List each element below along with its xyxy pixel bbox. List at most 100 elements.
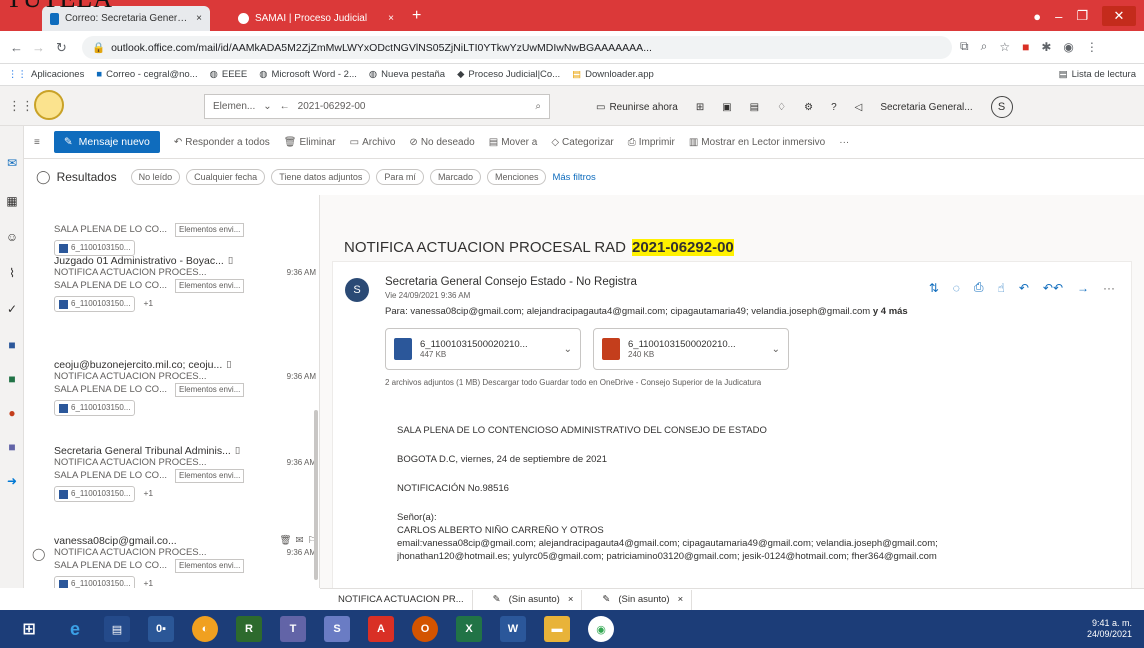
envelope-icon[interactable]: ✉ <box>296 535 304 547</box>
teams-icon[interactable]: ■ <box>5 440 19 454</box>
back-icon[interactable]: ← <box>10 40 23 55</box>
trash-icon[interactable]: 🗑 <box>279 535 291 547</box>
bookmark-apps[interactable]: ⋮⋮ Aplicaciones <box>8 69 84 80</box>
search-input[interactable]: 2021-06292-00 <box>298 101 366 112</box>
print-button[interactable]: ⎙ Imprimir <box>628 137 675 148</box>
bookmark-item[interactable]: ■ Correo - cegral@no... <box>96 69 197 80</box>
edge-icon[interactable]: e <box>62 616 88 642</box>
reading-list[interactable]: ▤ Lista de lectura <box>1059 69 1136 80</box>
bell-icon[interactable]: ♢ <box>777 102 786 113</box>
teams-icon[interactable]: T <box>280 616 306 642</box>
forward-icon[interactable]: → <box>1077 281 1089 295</box>
calendar-icon[interactable]: ▦ <box>5 194 19 208</box>
back-arrow-icon[interactable]: ← <box>280 101 290 112</box>
close-icon[interactable]: × <box>678 594 684 605</box>
attachment-card[interactable]: 6_11001031500020210... 447 KB ⌄ <box>385 328 581 370</box>
windows-start-icon[interactable]: ⊞ <box>16 616 42 642</box>
close-tab-icon[interactable]: × <box>196 13 202 24</box>
filter-unread[interactable]: No leído <box>130 169 181 185</box>
move-button[interactable]: ▤ Mover a <box>489 137 538 148</box>
more-commands[interactable]: ··· <box>839 137 849 148</box>
menu-icon[interactable]: ⋮ <box>1086 40 1098 54</box>
reload-icon[interactable]: ↻ <box>56 40 67 56</box>
list-item[interactable]: Juzgado 01 Administrativo - Boyac... ▯ NO… <box>54 255 316 312</box>
chevron-down-icon[interactable]: ⌄ <box>772 344 780 355</box>
gear-icon[interactable]: ⚙ <box>804 102 813 113</box>
bookmark-item[interactable]: ◍ Microsoft Word - 2... <box>259 69 357 80</box>
tag-icon[interactable]: ◌ <box>953 281 960 295</box>
feedback-icon[interactable]: ◁ <box>855 102 863 113</box>
hamburger-icon[interactable]: ≡ <box>34 137 40 148</box>
flag-icon[interactable]: ▯ <box>235 445 240 457</box>
share-icon[interactable]: ⧉ <box>960 39 969 54</box>
app-icon[interactable]: S <box>324 616 350 642</box>
filter-date[interactable]: Cualquier fecha <box>186 169 266 185</box>
acrobat-icon[interactable]: A <box>368 616 394 642</box>
filter-flagged[interactable]: Marcado <box>429 169 481 185</box>
reply-all-icon[interactable]: ↶↶ <box>1043 281 1063 295</box>
selected-message[interactable]: ◯ vanessa08cip@gmail.co... 🗑 ✉ ⚐ NOTIFICA A… <box>24 531 316 588</box>
new-tab-button[interactable]: + <box>412 7 421 25</box>
account-name[interactable]: Secretaria General... <box>880 102 972 113</box>
attachments-summary[interactable]: 2 archivos adjuntos (1 MB) Descargar tod… <box>385 378 761 387</box>
list-item[interactable]: ceoju@buzonejercito.mil.co; ceoju... ▯ NO… <box>54 359 316 416</box>
more-icon[interactable]: ··· <box>1103 281 1115 295</box>
translate-icon[interactable]: ⇅ <box>929 281 939 295</box>
attachment-chip[interactable]: 6_1100103150... <box>54 576 136 588</box>
search-icon[interactable]: ⌕ <box>535 101 541 112</box>
word-icon[interactable]: ■ <box>5 338 19 352</box>
recipients[interactable]: vanessa08cip@gmail.com; alejandracipagau… <box>410 306 870 317</box>
folder-icon[interactable]: ▬ <box>544 616 570 642</box>
bookmark-item[interactable]: ◆ Proceso Judicial|Co... <box>457 69 560 80</box>
excel-icon[interactable]: ■ <box>5 372 19 386</box>
attachment-chip[interactable]: 6_1100103150... <box>54 296 136 312</box>
attachment-chip[interactable]: 6_1100103150... <box>54 486 136 502</box>
mail-icon[interactable]: ✉ <box>5 156 19 170</box>
attachment-chip[interactable]: 6_1100103150... <box>54 400 136 416</box>
calendar-icon[interactable]: ▤ <box>750 102 759 113</box>
close-tab-icon[interactable]: × <box>388 13 394 24</box>
select-all-icon[interactable]: ◯ <box>36 169 51 185</box>
like-icon[interactable]: ☝ <box>998 281 1005 295</box>
zoom-icon[interactable]: ⌕ <box>981 39 988 54</box>
filter-attachments[interactable]: Tiene datos adjuntos <box>271 169 371 185</box>
search-scope[interactable]: Elemen... <box>213 101 255 112</box>
draft-tab[interactable]: NOTIFICA ACTUACION PR... <box>330 589 473 610</box>
word-icon[interactable]: W <box>500 616 526 642</box>
meet-now-button[interactable]: ▭ Reunirse ahora <box>596 102 678 113</box>
bookmark-item[interactable]: ◍ Nueva pestaña <box>369 69 445 80</box>
list-item[interactable]: Secretaria General Tribunal Adminis... ▯ … <box>54 445 316 502</box>
bookmark-item[interactable]: ◍ EEEE <box>210 69 248 80</box>
select-checkbox-icon[interactable]: ◯ <box>32 547 45 561</box>
star-icon[interactable]: ☆ <box>999 40 1010 54</box>
more-filters-link[interactable]: Más filtros <box>552 172 595 183</box>
pdf-extension-icon[interactable]: ■ <box>1022 40 1029 54</box>
profile-icon[interactable]: ● <box>1033 9 1041 24</box>
excel-icon[interactable]: X <box>456 616 482 642</box>
close-window-icon[interactable]: ✕ <box>1102 6 1136 26</box>
system-clock[interactable]: 9:41 a. m. 24/09/2021 <box>1087 618 1132 640</box>
attach-icon[interactable]: ⌇ <box>5 266 19 280</box>
onedrive-icon[interactable]: ➜ <box>5 474 19 488</box>
junk-button[interactable]: ⊘ No deseado <box>409 137 474 148</box>
new-message-button[interactable]: ✎ Mensaje nuevo <box>53 131 160 153</box>
people-icon[interactable]: ☺ <box>5 230 19 244</box>
bookmark-item[interactable]: ▤ Downloader.app <box>572 69 654 80</box>
print-icon[interactable]: ⎙ <box>974 280 984 295</box>
teams-icon[interactable]: ⊞ <box>696 102 704 113</box>
opera-icon[interactable]: O <box>412 616 438 642</box>
help-icon[interactable]: ? <box>831 102 837 113</box>
draft-tab[interactable]: ✎ (Sin asunto) × <box>594 589 693 610</box>
more-recipients-link[interactable]: y 4 más <box>873 306 908 317</box>
chrome-icon[interactable]: ◉ <box>588 616 614 642</box>
url-field[interactable]: 🔒 outlook.office.com/mail/id/AAMkADA5M2Z… <box>82 36 952 59</box>
todo-icon[interactable]: ✓ <box>5 302 19 316</box>
draft-tab[interactable]: ✎ (Sin asunto) × <box>485 589 583 610</box>
reply-all-button[interactable]: ↶ Responder a todos <box>174 137 270 148</box>
tab-samai[interactable]: SAMAI | Proceso Judicial × <box>230 6 402 31</box>
filter-mentions[interactable]: Menciones <box>486 169 547 185</box>
list-scrollbar[interactable] <box>314 410 318 580</box>
store-icon[interactable]: 0▪ <box>148 616 174 642</box>
immersive-reader-button[interactable]: ▥ Mostrar en Lector inmersivo <box>689 137 825 148</box>
app-icon[interactable]: ◐ <box>192 616 218 642</box>
